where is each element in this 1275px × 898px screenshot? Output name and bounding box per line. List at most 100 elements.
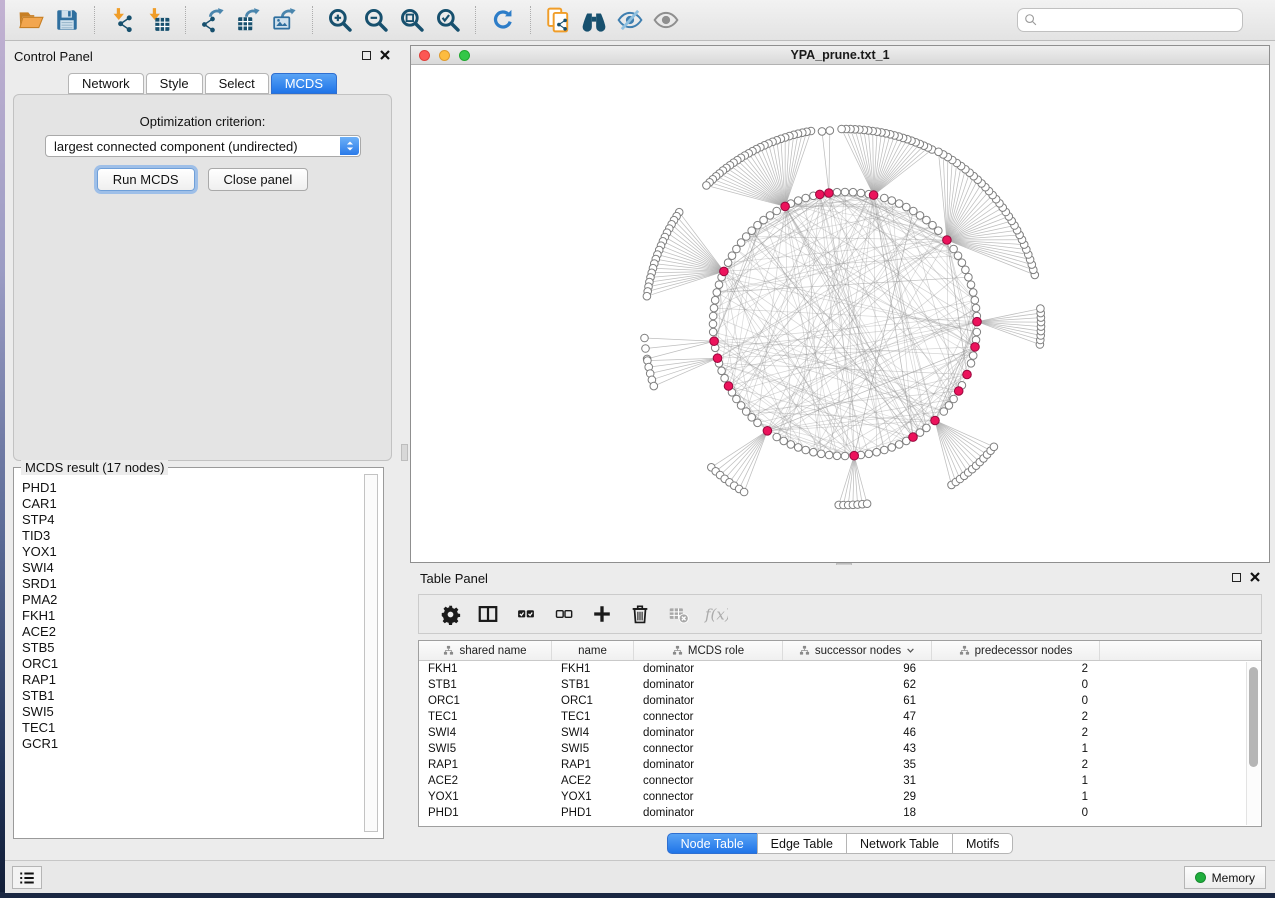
graph-hub-node[interactable] xyxy=(943,236,952,245)
show-graphics-details-button[interactable] xyxy=(648,3,684,37)
hide-graphics-details-button[interactable] xyxy=(612,3,648,37)
import-network-button[interactable] xyxy=(104,3,140,37)
memory-button[interactable]: Memory xyxy=(1184,866,1266,889)
criterion-dropdown[interactable]: largest connected component (undirected) xyxy=(45,135,361,157)
table-row[interactable]: ACE2ACE2connector311 xyxy=(419,773,1261,789)
tab-edge-table[interactable]: Edge Table xyxy=(757,833,847,854)
graph-node[interactable] xyxy=(888,444,896,452)
graph-node[interactable] xyxy=(863,500,871,508)
graph-hub-node[interactable] xyxy=(954,387,963,396)
graph-node[interactable] xyxy=(794,197,802,205)
zoom-in-button[interactable] xyxy=(322,3,358,37)
graph-hub-node[interactable] xyxy=(816,190,825,199)
table-row[interactable]: SWI5SWI5connector431 xyxy=(419,741,1261,757)
graph-node[interactable] xyxy=(895,441,903,449)
table-row[interactable]: FKH1FKH1dominator962 xyxy=(419,661,1261,677)
graph-node[interactable] xyxy=(916,212,924,220)
graph-hub-node[interactable] xyxy=(973,317,982,326)
zoom-fit-button[interactable] xyxy=(394,3,430,37)
tab-network[interactable]: Network xyxy=(68,73,144,94)
tab-mcds[interactable]: MCDS xyxy=(271,73,337,94)
graph-node[interactable] xyxy=(935,148,943,156)
graph-node[interactable] xyxy=(643,292,651,300)
graph-node[interactable] xyxy=(972,304,980,312)
graph-node[interactable] xyxy=(715,281,723,289)
graph-hub-node[interactable] xyxy=(763,427,772,436)
panel-selector-button[interactable] xyxy=(12,866,42,889)
graph-node[interactable] xyxy=(825,451,833,459)
search-input[interactable] xyxy=(1038,12,1236,28)
graph-hub-node[interactable] xyxy=(963,370,972,379)
window-minimize-button[interactable] xyxy=(439,50,450,61)
zoom-out-button[interactable] xyxy=(358,3,394,37)
graph-node[interactable] xyxy=(873,448,881,456)
graph-node[interactable] xyxy=(857,189,865,197)
graph-node[interactable] xyxy=(709,312,717,320)
graph-node[interactable] xyxy=(802,446,810,454)
graph-node[interactable] xyxy=(841,188,849,196)
graph-node[interactable] xyxy=(903,203,911,211)
table-row[interactable]: YOX1YOX1connector291 xyxy=(419,789,1261,805)
graph-node[interactable] xyxy=(895,200,903,208)
graph-hub-node[interactable] xyxy=(710,337,719,346)
graph-node[interactable] xyxy=(958,259,966,267)
graph-node[interactable] xyxy=(969,289,977,297)
tab-select[interactable]: Select xyxy=(205,73,269,94)
search-box[interactable] xyxy=(1017,8,1243,32)
table-row[interactable]: ORC1ORC1dominator610 xyxy=(419,693,1261,709)
network-window-titlebar[interactable]: YPA_prune.txt_1 xyxy=(411,46,1269,65)
graph-node[interactable] xyxy=(773,433,781,441)
graph-hub-node[interactable] xyxy=(869,191,878,200)
mcds-result-item[interactable]: ORC1 xyxy=(22,656,361,672)
mcds-result-item[interactable]: ACE2 xyxy=(22,624,361,640)
graph-node[interactable] xyxy=(990,443,998,451)
mcds-result-item[interactable]: SRD1 xyxy=(22,576,361,592)
graph-node[interactable] xyxy=(865,450,873,458)
tab-node-table[interactable]: Node Table xyxy=(667,833,758,854)
graph-node[interactable] xyxy=(910,207,918,215)
graph-node[interactable] xyxy=(826,127,834,135)
mcds-result-item[interactable]: RAP1 xyxy=(22,672,361,688)
graph-node[interactable] xyxy=(794,444,802,452)
graph-node[interactable] xyxy=(740,488,748,496)
graph-node[interactable] xyxy=(802,194,810,202)
graph-hub-node[interactable] xyxy=(825,189,834,198)
graph-node[interactable] xyxy=(718,367,726,375)
control-panel-float-button[interactable] xyxy=(362,51,371,60)
graph-node[interactable] xyxy=(773,207,781,215)
graph-node[interactable] xyxy=(818,128,826,136)
graph-node[interactable] xyxy=(787,441,795,449)
table-panel-float-button[interactable] xyxy=(1232,573,1241,582)
table-scrollbar[interactable] xyxy=(1246,662,1260,825)
mcds-result-item[interactable]: SWI4 xyxy=(22,560,361,576)
column-header-predecessor-nodes[interactable]: predecessor nodes xyxy=(932,641,1100,660)
mcds-result-item[interactable]: STP4 xyxy=(22,512,361,528)
graph-node[interactable] xyxy=(923,424,931,432)
graph-hub-node[interactable] xyxy=(971,343,980,352)
mcds-result-item[interactable]: FKH1 xyxy=(22,608,361,624)
table-row[interactable]: SWI4SWI4dominator462 xyxy=(419,725,1261,741)
graph-node[interactable] xyxy=(728,252,736,260)
graph-node[interactable] xyxy=(971,296,979,304)
table-row[interactable]: STB1STB1dominator620 xyxy=(419,677,1261,693)
graph-node[interactable] xyxy=(950,245,958,253)
select-all-columns-button[interactable] xyxy=(507,596,545,632)
graph-node[interactable] xyxy=(650,382,658,390)
column-header-shared-name[interactable]: shared name xyxy=(419,641,552,660)
add-column-button[interactable] xyxy=(583,596,621,632)
open-session-button[interactable] xyxy=(13,3,49,37)
column-header-MCDS-role[interactable]: MCDS role xyxy=(634,641,783,660)
graph-node[interactable] xyxy=(642,345,650,353)
graph-node[interactable] xyxy=(724,259,732,267)
graph-node[interactable] xyxy=(810,448,818,456)
tab-network-table[interactable]: Network Table xyxy=(846,833,953,854)
graph-node[interactable] xyxy=(780,437,788,445)
unselect-all-columns-button[interactable] xyxy=(545,596,583,632)
tab-style[interactable]: Style xyxy=(146,73,203,94)
delete-column-button[interactable] xyxy=(621,596,659,632)
export-table-button[interactable] xyxy=(231,3,267,37)
graph-node[interactable] xyxy=(954,252,962,260)
export-image-button[interactable] xyxy=(267,3,303,37)
graph-node[interactable] xyxy=(841,452,849,460)
mcds-result-item[interactable]: PHD1 xyxy=(22,480,361,496)
